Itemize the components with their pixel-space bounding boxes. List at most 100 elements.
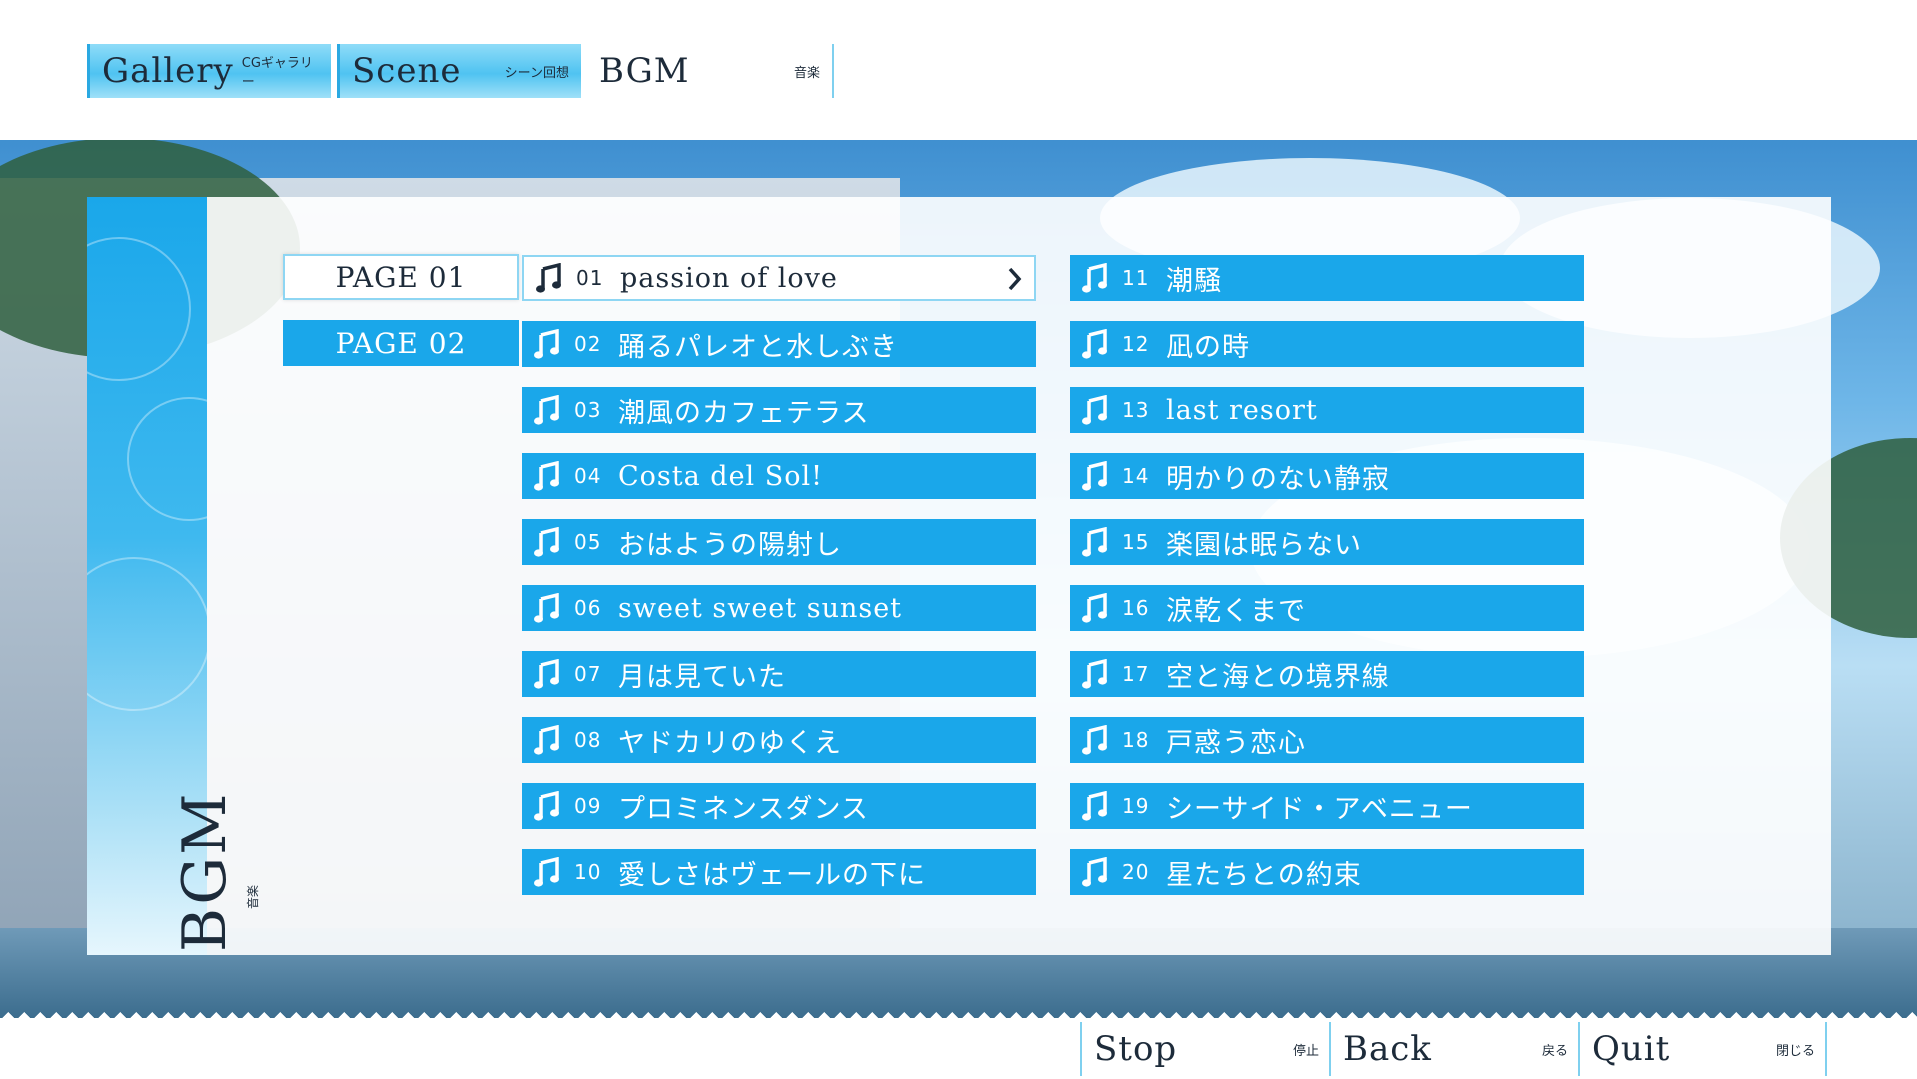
track-06-button[interactable]: 06 sweet sweet sunset [522,585,1036,631]
music-note-icon [534,394,560,425]
music-note-icon [1082,790,1108,821]
track-07-button[interactable]: 07 月は見ていた [522,651,1036,697]
track-number: 13 [1122,398,1150,422]
track-number: 09 [574,794,602,818]
track-number: 12 [1122,332,1150,356]
back-sub: 戻る [1541,1043,1568,1059]
decor-ornament [87,557,207,711]
track-title: プロミネンスダンス [618,793,869,825]
track-title: 涙乾くまで [1166,595,1306,627]
track-number: 01 [576,266,604,290]
tab-bgm-sub: 音楽 [793,65,820,81]
track-number: 03 [574,398,602,422]
music-note-icon [534,856,560,887]
track-title: 空と海との境界線 [1166,661,1390,693]
track-number: 16 [1122,596,1150,620]
track-18-button[interactable]: 18 戸惑う恋心 [1070,717,1584,763]
music-note-icon [1082,856,1108,887]
track-title: シーサイド・アベニュー [1166,793,1473,825]
music-note-icon [1082,658,1108,689]
track-number: 11 [1122,266,1150,290]
quit-button[interactable]: Quit 閉じる [1578,1022,1827,1076]
track-16-button[interactable]: 16 涙乾くまで [1070,585,1584,631]
page-01-button[interactable]: PAGE 01 [283,254,519,300]
track-01-button[interactable]: 01 passion of love [522,255,1036,301]
track-title: last resort [1166,394,1318,426]
track-13-button[interactable]: 13 last resort [1070,387,1584,433]
track-number: 05 [574,530,602,554]
music-note-icon [534,790,560,821]
back-button[interactable]: Back 戻る [1329,1022,1578,1076]
music-note-icon [1082,328,1108,359]
track-number: 08 [574,728,602,752]
track-14-button[interactable]: 14 明かりのない静寂 [1070,453,1584,499]
track-19-button[interactable]: 19 シーサイド・アベニュー [1070,783,1584,829]
track-title: 明かりのない静寂 [1166,463,1390,495]
music-note-icon [1082,460,1108,491]
track-number: 14 [1122,464,1150,488]
decor-ornament [87,237,191,381]
track-20-button[interactable]: 20 星たちとの約束 [1070,849,1584,895]
music-note-icon [1082,526,1108,557]
tab-gallery-sub: CGギャラリー [241,56,313,90]
music-note-icon [534,592,560,623]
music-note-icon [534,328,560,359]
stop-sub: 停止 [1292,1043,1319,1059]
quit-sub: 閉じる [1775,1043,1815,1059]
track-title: おはようの陽射し [618,529,842,561]
track-title: 楽園は眠らない [1166,529,1362,561]
track-title: ヤドカリのゆくえ [618,727,842,759]
track-number: 17 [1122,662,1150,686]
tab-scene-label: Scene [352,51,462,91]
track-15-button[interactable]: 15 楽園は眠らない [1070,519,1584,565]
top-tab-bar: Gallery CGギャラリー Scene シーン回想 BGM 音楽 [0,0,1917,140]
track-title: 星たちとの約束 [1166,859,1362,891]
track-05-button[interactable]: 05 おはようの陽射し [522,519,1036,565]
sidebar-title: BGM [170,791,240,952]
tab-gallery[interactable]: Gallery CGギャラリー [87,44,334,98]
decor-ornament [127,397,207,521]
music-note-icon [1082,262,1108,293]
track-11-button[interactable]: 11 潮騒 [1070,255,1584,301]
back-label: Back [1343,1029,1432,1069]
sidebar-subtitle: 音楽 [246,884,260,909]
music-note-icon [534,724,560,755]
music-note-icon [534,460,560,491]
tab-bgm[interactable]: BGM 音楽 [587,44,834,98]
track-title: passion of love [620,262,838,294]
track-title: 踊るパレオと水しぶき [618,331,898,363]
track-10-button[interactable]: 10 愛しさはヴェールの下に [522,849,1036,895]
stop-label: Stop [1094,1029,1178,1069]
music-note-icon [1082,592,1108,623]
track-02-button[interactable]: 02 踊るパレオと水しぶき [522,321,1036,367]
track-number: 10 [574,860,602,884]
tab-gallery-label: Gallery [102,51,234,91]
track-number: 18 [1122,728,1150,752]
track-03-button[interactable]: 03 潮風のカフェテラス [522,387,1036,433]
track-title: 凪の時 [1166,331,1250,363]
track-title: sweet sweet sunset [618,592,903,624]
track-17-button[interactable]: 17 空と海との境界線 [1070,651,1584,697]
track-number: 06 [574,596,602,620]
track-number: 15 [1122,530,1150,554]
track-08-button[interactable]: 08 ヤドカリのゆくえ [522,717,1036,763]
track-04-button[interactable]: 04 Costa del Sol! [522,453,1036,499]
track-09-button[interactable]: 09 プロミネンスダンス [522,783,1036,829]
track-number: 19 [1122,794,1150,818]
track-number: 04 [574,464,602,488]
music-note-icon [1082,394,1108,425]
tab-bgm-label: BGM [599,51,690,91]
tab-scene-sub: シーン回想 [504,65,569,81]
track-title: 愛しさはヴェールの下に [618,859,926,891]
music-note-icon [1082,724,1108,755]
zigzag-border-bottom [0,1004,1917,1020]
track-title: 潮騒 [1166,265,1222,297]
tab-scene[interactable]: Scene シーン回想 [337,44,584,98]
track-title: 潮風のカフェテラス [618,397,870,429]
track-number: 02 [574,332,602,356]
stop-button[interactable]: Stop 停止 [1080,1022,1329,1076]
track-title: Costa del Sol! [618,460,824,492]
page-02-button[interactable]: PAGE 02 [283,320,519,366]
track-12-button[interactable]: 12 凪の時 [1070,321,1584,367]
zigzag-border-top [0,132,1917,148]
